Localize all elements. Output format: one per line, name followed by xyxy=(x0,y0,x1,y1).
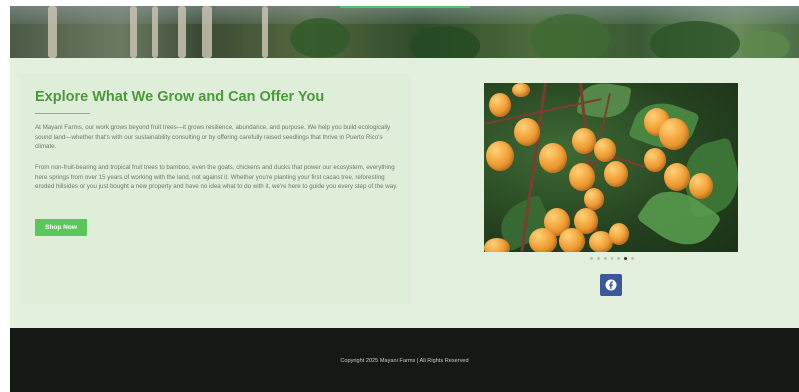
carousel-dot[interactable] xyxy=(631,256,635,260)
facebook-button[interactable] xyxy=(600,274,622,296)
page-title: Explore What We Grow and Can Offer You xyxy=(35,89,325,105)
title-divider xyxy=(35,113,90,114)
carousel-dot[interactable] xyxy=(603,256,607,260)
facebook-icon xyxy=(605,279,617,291)
intro-paragraph: At Mayani Farms, our work grows beyond f… xyxy=(35,124,391,151)
carousel-pagination xyxy=(590,256,635,260)
details-paragraph: From non-fruit-bearing and tropical frui… xyxy=(35,164,398,191)
fruit-carousel-image xyxy=(484,83,738,252)
carousel-dot[interactable] xyxy=(596,256,600,260)
copyright-text: Copyright 2025 Mayani Farms | All Rights… xyxy=(340,358,469,364)
carousel-dot[interactable] xyxy=(590,256,593,260)
hero-banner-image xyxy=(10,6,799,58)
carousel-dot[interactable] xyxy=(610,256,614,260)
carousel-dot[interactable] xyxy=(617,256,621,260)
carousel-dot-active[interactable] xyxy=(624,256,628,260)
shop-now-button[interactable]: Shop Now xyxy=(35,219,87,236)
